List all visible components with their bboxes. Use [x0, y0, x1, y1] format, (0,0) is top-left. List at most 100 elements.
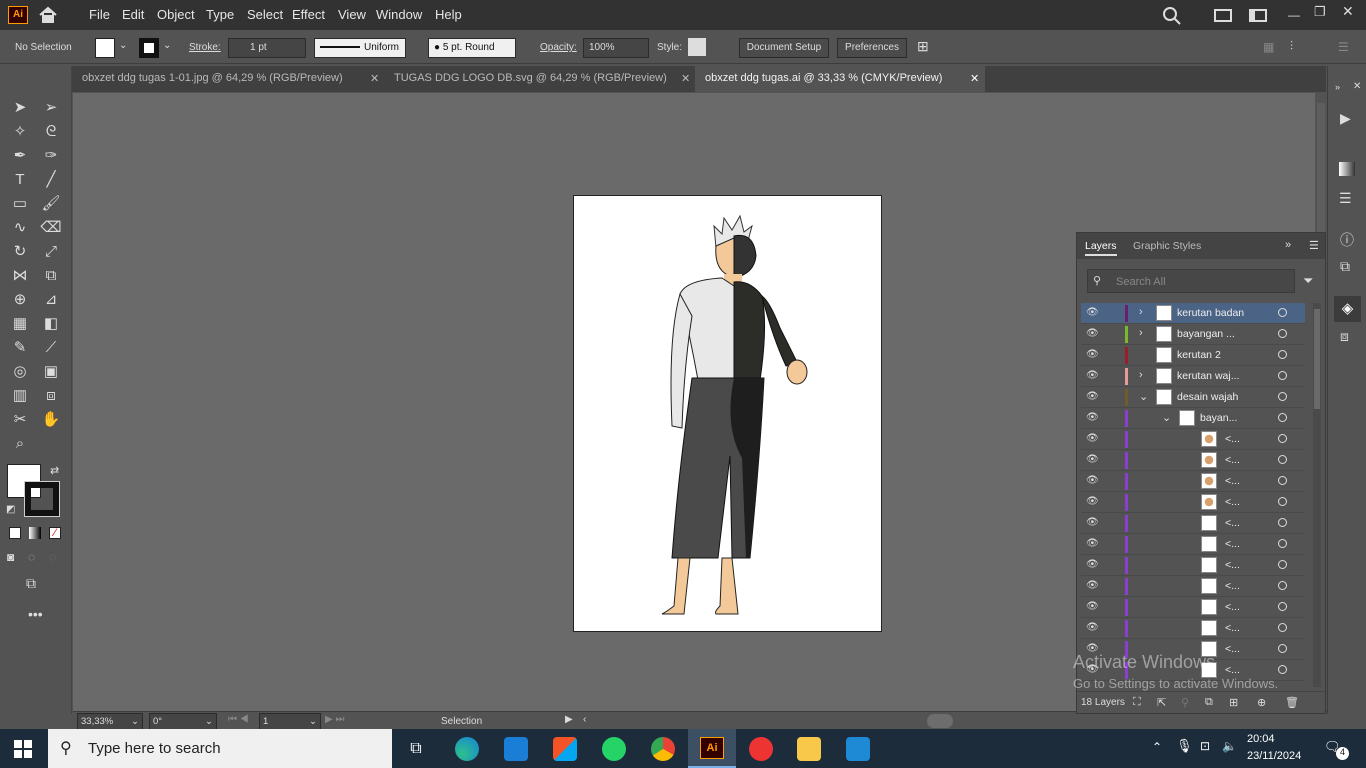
layer-row[interactable]: 👁 <...	[1081, 555, 1305, 576]
layer-name[interactable]: kerutan waj...	[1177, 370, 1239, 382]
chevron-down-icon[interactable]: ⌄	[163, 40, 171, 51]
delete-layer-icon[interactable]: 🗑	[1285, 696, 1299, 709]
new-layer-icon[interactable]: ⊕	[1257, 696, 1266, 709]
clock-date[interactable]: 23/11/2024	[1247, 750, 1301, 762]
layer-row[interactable]: 👁 <...	[1081, 618, 1305, 639]
close-icon[interactable]: ✕	[370, 72, 379, 85]
layer-row[interactable]: 👁 <...	[1081, 576, 1305, 597]
artboard-tool-icon[interactable]: ⧈	[40, 385, 62, 407]
screen-mode-icon[interactable]: ⧉	[26, 575, 36, 592]
panel-menu-icon[interactable]: ☰	[1309, 239, 1319, 252]
target-icon[interactable]	[1278, 308, 1287, 317]
target-icon[interactable]	[1278, 560, 1287, 569]
filter-icon[interactable]: ⏷	[1303, 273, 1313, 289]
visibility-eye-icon[interactable]: 👁	[1086, 307, 1099, 318]
artboard-navigation[interactable]: 1 ⌄	[259, 713, 321, 730]
symbol-sprayer-icon[interactable]: ▣	[40, 361, 62, 383]
locate-object-icon[interactable]: ⚲	[1181, 696, 1189, 709]
export-icon[interactable]: ⇱	[1157, 696, 1166, 709]
info-icon[interactable]: ⓘ	[1340, 230, 1354, 250]
shape-builder-icon[interactable]: ⊕	[9, 289, 31, 311]
visibility-eye-icon[interactable]: 👁	[1086, 496, 1099, 507]
layers-search-field[interactable]: ⚲ Search All	[1087, 269, 1295, 293]
panel-menu-icon[interactable]: ☰	[1338, 40, 1349, 54]
chevron-down-icon[interactable]: ⌄	[119, 40, 127, 51]
selection-tool-icon[interactable]: ➤	[9, 97, 31, 119]
layer-row[interactable]: 👁 ⌄ desain wajah	[1081, 387, 1305, 408]
chevron-right-icon[interactable]: ›	[1139, 306, 1143, 318]
layer-row[interactable]: 👁 <...	[1081, 597, 1305, 618]
tab-graphic-styles[interactable]: Graphic Styles	[1133, 240, 1201, 252]
first-artboard-icon[interactable]: ⏮ ◀	[228, 714, 249, 725]
expand-panels-icon[interactable]: »	[1335, 82, 1340, 92]
layer-name[interactable]: <...	[1225, 538, 1240, 550]
target-icon[interactable]	[1278, 392, 1287, 401]
collect-export-icon[interactable]: ⛶	[1133, 696, 1141, 709]
align-icon[interactable]: ▦	[1263, 40, 1274, 54]
chevron-right-icon[interactable]: ›	[1139, 369, 1143, 381]
menu-window[interactable]: Window	[376, 7, 422, 22]
layer-name[interactable]: desain wajah	[1177, 391, 1238, 403]
artboards-panel-icon[interactable]: ⧈	[1340, 328, 1349, 345]
visibility-eye-icon[interactable]: 👁	[1086, 559, 1099, 570]
more-tools-icon[interactable]: •••	[28, 606, 43, 622]
none-mode-icon[interactable]: ⁄	[49, 527, 61, 539]
scale-tool-icon[interactable]: ⤢	[40, 241, 62, 263]
app-logo[interactable]: Ai	[8, 6, 28, 24]
media-player-icon[interactable]	[749, 737, 773, 761]
line-tool-icon[interactable]: ╱	[40, 169, 62, 191]
visibility-eye-icon[interactable]: 👁	[1086, 517, 1099, 528]
visibility-eye-icon[interactable]: 👁	[1086, 328, 1099, 339]
start-button[interactable]	[14, 740, 32, 758]
gradient-tool-icon[interactable]: ◧	[40, 313, 62, 335]
shaper-tool-icon[interactable]: ∿	[9, 217, 31, 239]
layer-name[interactable]: <...	[1225, 496, 1240, 508]
libraries-icon[interactable]: ⧉	[1340, 258, 1350, 275]
menu-file[interactable]: File	[89, 7, 110, 22]
visibility-eye-icon[interactable]: 👁	[1086, 391, 1099, 402]
visibility-eye-icon[interactable]: 👁	[1086, 349, 1099, 360]
hand-tool-icon[interactable]: ✋	[40, 409, 62, 431]
transform-icon[interactable]: ⫶	[1290, 39, 1293, 54]
target-icon[interactable]	[1278, 413, 1287, 422]
target-icon[interactable]	[1278, 497, 1287, 506]
tab-layers[interactable]: Layers	[1085, 240, 1117, 256]
whatsapp-icon[interactable]	[602, 737, 626, 761]
taskbar-search-box[interactable]: ⚲ Type here to search	[48, 729, 392, 768]
target-icon[interactable]	[1278, 644, 1287, 653]
menu-select[interactable]: Select	[247, 7, 283, 22]
perspective-grid-icon[interactable]: ⊿	[40, 289, 62, 311]
mail-icon[interactable]	[504, 737, 528, 761]
search-icon[interactable]	[1162, 6, 1182, 26]
layer-name[interactable]: <...	[1225, 454, 1240, 466]
rotate-view-field[interactable]: 0° ⌄	[149, 713, 217, 730]
edge-icon[interactable]	[455, 737, 479, 761]
menu-help[interactable]: Help	[435, 7, 462, 22]
menu-effect[interactable]: Effect	[292, 7, 325, 22]
eyedropper-icon[interactable]: ✎	[9, 337, 31, 359]
chevron-down-icon[interactable]: ⌄	[1162, 411, 1171, 424]
target-icon[interactable]	[1278, 602, 1287, 611]
target-icon[interactable]	[1278, 350, 1287, 359]
stroke-panel-icon[interactable]: ☰	[1339, 190, 1352, 207]
minimize-button[interactable]: —	[1288, 8, 1300, 22]
close-button[interactable]: ✕	[1342, 3, 1354, 20]
layer-name[interactable]: <...	[1225, 433, 1240, 445]
layer-row[interactable]: 👁 ⌄ bayan...	[1081, 408, 1305, 429]
gradient-mode-icon[interactable]	[29, 527, 41, 539]
fill-swatch[interactable]	[95, 38, 115, 58]
opacity-label[interactable]: Opacity:	[540, 42, 577, 53]
menu-view[interactable]: View	[338, 7, 366, 22]
layer-row[interactable]: 👁 kerutan 2	[1081, 345, 1305, 366]
layers-panel-icon[interactable]: ◈	[1334, 296, 1361, 322]
column-graph-icon[interactable]: ▥	[9, 385, 31, 407]
magic-wand-icon[interactable]: ✧	[9, 121, 31, 143]
vscode-icon[interactable]	[846, 737, 870, 761]
visibility-eye-icon[interactable]: 👁	[1086, 580, 1099, 591]
visibility-eye-icon[interactable]: 👁	[1086, 454, 1099, 465]
file-explorer-icon[interactable]	[797, 737, 821, 761]
stroke-label[interactable]: Stroke:	[189, 42, 221, 53]
swap-icon[interactable]: ⇄	[50, 464, 59, 477]
target-icon[interactable]	[1278, 665, 1287, 674]
measure-icon[interactable]: ⟋	[40, 337, 62, 359]
